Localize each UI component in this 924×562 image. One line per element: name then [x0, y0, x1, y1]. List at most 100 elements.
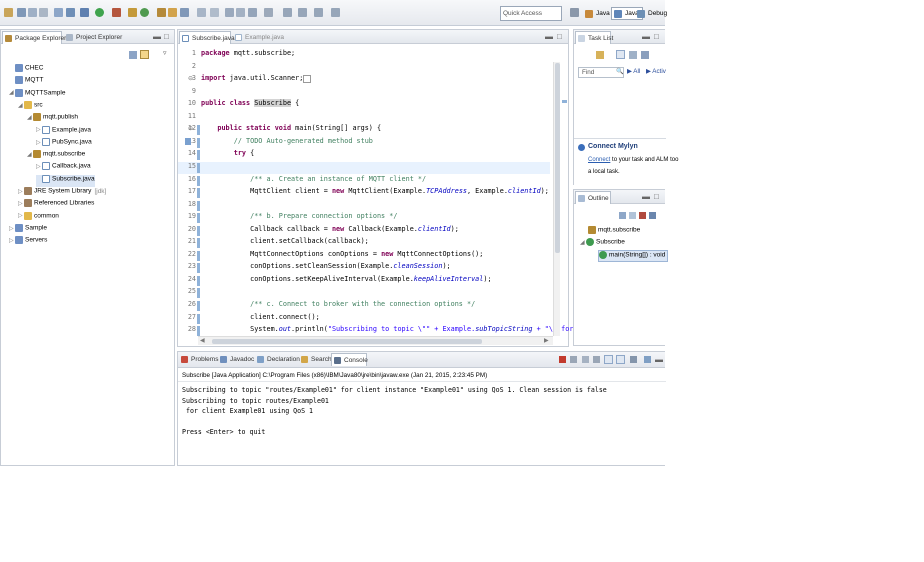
new-task-icon[interactable] — [596, 51, 604, 59]
code-line[interactable]: 2 — [178, 62, 550, 75]
new-java-project-icon[interactable] — [128, 8, 137, 17]
pin-console-icon[interactable] — [604, 355, 613, 364]
code-line[interactable]: 15 — [178, 161, 550, 175]
save-icon[interactable] — [17, 8, 26, 17]
tree-item[interactable]: ▷ Callback.java — [36, 162, 91, 174]
display-console-icon[interactable] — [630, 356, 637, 363]
code-line[interactable]: 27 client.connect(); — [178, 313, 550, 326]
back-icon[interactable] — [283, 8, 292, 17]
tree-item[interactable]: ◢ mqtt.publish — [27, 113, 78, 125]
tab-subscribe-java[interactable]: Subscribe.java — [179, 31, 235, 44]
search-icon[interactable] — [180, 8, 189, 17]
tab-declaration[interactable]: Declaration — [255, 353, 300, 366]
code-line[interactable]: 9 — [178, 87, 550, 100]
tree-item[interactable]: ▷ PubSync.java — [36, 137, 92, 150]
next-annotation-icon[interactable] — [264, 8, 273, 17]
tab-outline[interactable]: Outline — [575, 191, 611, 204]
pin-editor-icon[interactable] — [331, 8, 340, 17]
tree-item[interactable]: Subscribe.java — [36, 174, 95, 187]
code-line[interactable]: 19 /** b. Prepare connection options */ — [178, 212, 550, 225]
task-marker-icon[interactable] — [185, 137, 191, 145]
scrollbar-thumb[interactable] — [555, 63, 560, 253]
hide-nonpublic-icon[interactable] — [649, 212, 656, 219]
outline-item-class[interactable]: ◢ Subscribe — [580, 238, 625, 250]
run-icon[interactable] — [95, 8, 104, 17]
activate-task-link[interactable]: ▶ Activ — [646, 68, 666, 75]
maximize-icon[interactable]: □ — [164, 32, 169, 41]
new-icon[interactable] — [4, 8, 13, 17]
scroll-right-icon[interactable]: ▶ — [544, 337, 549, 344]
code-line[interactable]: 21 client.setCallback(callback); — [178, 237, 550, 250]
hide-completed-icon[interactable] — [641, 51, 649, 59]
scheduled-icon[interactable] — [629, 51, 637, 59]
tree-item[interactable]: ◢ MQTTSample — [9, 88, 65, 101]
code-line[interactable]: 25 — [178, 287, 550, 300]
code-line[interactable]: 13 // TODO Auto-generated method stub — [178, 137, 550, 150]
tree-item[interactable]: ▷ common — [18, 211, 59, 224]
tree-item[interactable]: ▷ Servers — [9, 236, 47, 248]
tree-item[interactable]: ▷ JRE System Library [jdk] — [18, 187, 106, 199]
maximize-icon[interactable]: □ — [557, 32, 562, 41]
open-console-icon[interactable] — [644, 356, 651, 363]
code-line[interactable]: 18 — [178, 200, 550, 213]
tab-console[interactable]: Console — [331, 353, 368, 366]
tab-package-explorer[interactable]: Package Explorer — [2, 31, 66, 44]
minimize-icon[interactable]: ▬ — [655, 355, 663, 364]
code-line[interactable]: 12 public static void main(String[] args… — [178, 124, 550, 137]
code-line[interactable]: 11 — [178, 112, 550, 125]
forward-icon[interactable] — [298, 8, 307, 17]
tab-problems[interactable]: Problems — [179, 353, 218, 366]
word-wrap-console-icon[interactable] — [616, 355, 625, 364]
horizontal-scrollbar[interactable]: ◀ ▶ — [198, 336, 553, 345]
all-tasks-link[interactable]: ▶ All — [627, 68, 640, 75]
tab-example-java[interactable]: Example.java — [233, 31, 287, 44]
save-all-icon[interactable] — [28, 8, 37, 17]
link-with-editor-icon[interactable] — [140, 50, 149, 59]
remove-launch-icon[interactable] — [570, 356, 577, 363]
minimize-icon[interactable]: ▬ — [642, 192, 650, 201]
annotation-icon[interactable] — [210, 8, 219, 17]
code-line[interactable]: 26 /** c. Connect to broker with the con… — [178, 300, 550, 313]
terminate-icon[interactable] — [559, 356, 566, 363]
new-class-icon[interactable] — [140, 8, 149, 17]
debug-icon[interactable] — [80, 8, 89, 17]
search-icon[interactable]: 🔍 — [616, 68, 623, 75]
sort-icon[interactable] — [619, 212, 626, 219]
code-line[interactable]: 20 Callback callback = new Callback(Exam… — [178, 225, 550, 238]
skip-breakpoints-icon[interactable] — [66, 8, 75, 17]
minimize-icon[interactable]: ▬ — [545, 32, 553, 41]
external-tools-icon[interactable] — [112, 8, 121, 17]
code-line[interactable]: 14 try { — [178, 149, 550, 162]
collapse-all-icon[interactable] — [129, 51, 137, 59]
code-line[interactable]: 1 package mqtt.subscribe; — [178, 49, 550, 62]
outline-item-package[interactable]: mqtt.subscribe — [588, 226, 640, 238]
scroll-lock-icon[interactable] — [593, 356, 600, 363]
open-type-icon[interactable] — [54, 8, 63, 17]
tree-item[interactable]: ▷ Referenced Libraries — [18, 199, 94, 211]
tree-item[interactable]: ◢ mqtt.subscribe — [27, 150, 85, 162]
tree-item[interactable]: CHEC — [9, 64, 43, 76]
tree-item[interactable]: ◢ src — [18, 100, 43, 113]
block-selection-icon[interactable] — [225, 8, 234, 17]
code-line[interactable]: 3 import java.util.Scanner; — [178, 74, 550, 87]
code-line[interactable]: 10 public class Subscribe { — [178, 99, 550, 112]
fold-icon[interactable]: ⊖ — [188, 75, 193, 82]
tree-item[interactable]: ▷ Example.java — [36, 125, 91, 138]
open-perspective-icon[interactable] — [570, 8, 579, 17]
vertical-scrollbar[interactable] — [553, 62, 560, 336]
tree-item[interactable]: MQTT — [9, 76, 43, 88]
code-line[interactable]: 16 /** a. Create an instance of MQTT cli… — [178, 175, 550, 188]
toggle-mark-icon[interactable] — [197, 8, 206, 17]
minimize-icon[interactable]: ▬ — [642, 32, 650, 41]
code-line[interactable]: 23 conOptions.setCleanSession(Example.cl… — [178, 262, 550, 275]
scrollbar-thumb[interactable] — [212, 339, 482, 344]
clear-console-icon[interactable] — [582, 356, 589, 363]
tab-search[interactable]: Search — [299, 353, 332, 366]
maximize-icon[interactable]: □ — [654, 32, 659, 41]
minimize-icon[interactable]: ▬ — [153, 32, 161, 41]
code-line[interactable]: 24 conOptions.setKeepAliveInterval(Examp… — [178, 275, 550, 288]
perspective-debug[interactable]: Debug — [634, 7, 671, 20]
tab-project-explorer[interactable]: Project Explorer — [64, 31, 124, 44]
maximize-icon[interactable]: □ — [654, 192, 659, 201]
hide-fields-icon[interactable] — [629, 212, 636, 219]
